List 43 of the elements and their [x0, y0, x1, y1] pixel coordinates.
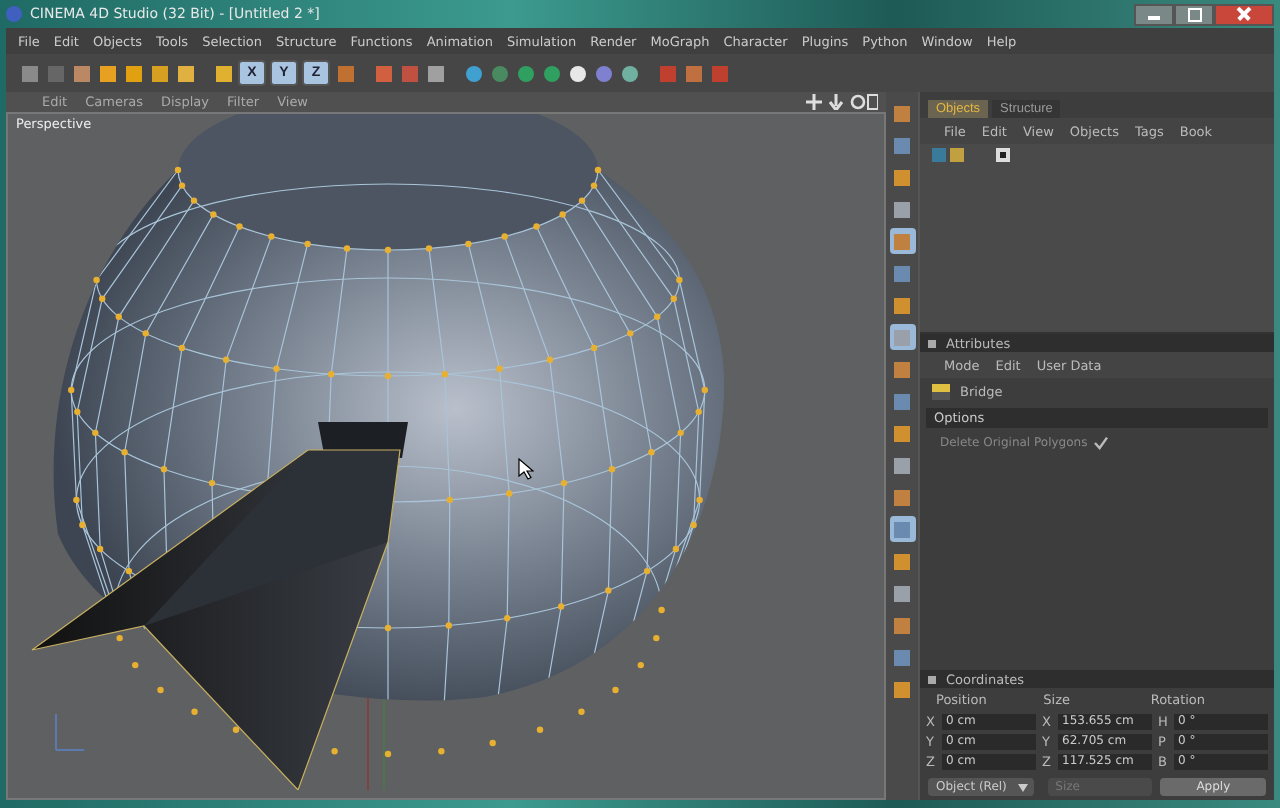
bridge-tool-icon	[932, 384, 950, 400]
tool-icon[interactable]	[18, 61, 40, 85]
tool-icon[interactable]	[212, 61, 234, 85]
mode-icon[interactable]	[889, 228, 915, 254]
cursor-icon	[518, 458, 534, 480]
tool-icon[interactable]	[148, 61, 170, 85]
mode-icon[interactable]	[889, 324, 915, 350]
minimize-button[interactable]	[1134, 3, 1174, 25]
render-icon[interactable]	[372, 61, 394, 85]
mode-icon[interactable]	[889, 644, 915, 670]
mode-icon[interactable]	[889, 452, 915, 478]
navigation-icons[interactable]	[806, 94, 878, 110]
tool-icon[interactable]	[334, 61, 356, 85]
object-icon[interactable]	[462, 61, 484, 85]
caret-icon[interactable]	[1017, 783, 1028, 791]
render-icon[interactable]	[398, 61, 420, 85]
render-icon[interactable]	[424, 61, 446, 85]
tool-icon[interactable]	[682, 61, 704, 85]
object-icon[interactable]	[566, 61, 588, 85]
mode-icon[interactable]	[889, 292, 915, 318]
object-icon[interactable]	[618, 61, 640, 85]
mode-icon[interactable]	[889, 100, 915, 126]
mode-icon[interactable]	[889, 420, 915, 446]
mode-icon[interactable]	[889, 260, 915, 286]
mode-icon[interactable]	[889, 164, 915, 190]
maximize-button[interactable]	[1174, 3, 1214, 25]
mode-icon[interactable]	[889, 580, 915, 606]
mode-icon[interactable]	[889, 612, 915, 638]
mode-icon[interactable]	[889, 132, 915, 158]
tool-icon[interactable]	[96, 61, 118, 85]
tool-icon[interactable]	[70, 61, 92, 85]
mode-icon[interactable]	[889, 676, 915, 702]
app-logo-icon	[6, 6, 22, 22]
mode-icon[interactable]	[889, 516, 915, 542]
tool-icon[interactable]	[122, 61, 144, 85]
mode-icon[interactable]	[889, 388, 915, 414]
mode-icon[interactable]	[889, 548, 915, 574]
checkbox[interactable]	[1093, 436, 1108, 450]
mode-icon[interactable]	[889, 196, 915, 222]
mode-icon[interactable]	[889, 484, 915, 510]
tool-icon[interactable]	[174, 61, 196, 85]
mode-icon[interactable]	[889, 356, 915, 382]
close-button[interactable]	[1214, 3, 1274, 25]
